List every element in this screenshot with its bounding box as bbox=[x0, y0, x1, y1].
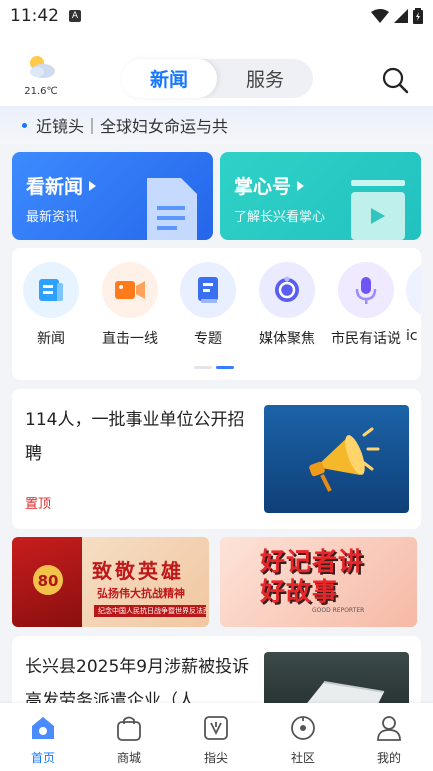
document-icon bbox=[147, 178, 197, 240]
quick-link-news[interactable]: 新闻 bbox=[16, 262, 86, 348]
media-focus-icon bbox=[275, 276, 299, 302]
fingertip-icon bbox=[204, 716, 228, 740]
quick-links-pager bbox=[194, 366, 234, 369]
article-card[interactable]: 114人，一批事业单位公开招聘 置顶 bbox=[12, 389, 421, 529]
watch-news-subtitle: 最新资讯 bbox=[26, 210, 79, 225]
topic-book-icon bbox=[198, 277, 218, 303]
microphone-icon bbox=[355, 277, 377, 304]
status-icons bbox=[371, 8, 423, 24]
megaphone-icon bbox=[309, 427, 380, 492]
shopping-bag-icon bbox=[117, 716, 141, 741]
tab-news[interactable]: 新闻 bbox=[121, 59, 217, 98]
article-thumbnail bbox=[264, 405, 409, 513]
tab-mall[interactable]: 商城 bbox=[99, 715, 159, 766]
headline-ticker[interactable]: 近镜头｜全球妇女命运与共 bbox=[0, 106, 433, 144]
promo-salute-main: 致敬英雄 bbox=[92, 559, 184, 583]
arrow-right-icon bbox=[89, 180, 97, 191]
weather-cloud-sun-icon bbox=[30, 56, 55, 78]
arrow-right-icon bbox=[297, 180, 305, 191]
emblem-badge-text: 80 bbox=[38, 572, 59, 590]
search-icon bbox=[382, 67, 409, 94]
ticker-dot bbox=[22, 122, 27, 128]
promo-reporter-en: GOOD REPORTER bbox=[312, 607, 365, 614]
promo-reporter-main: 好记者讲好故事 bbox=[260, 547, 365, 606]
palm-account-card[interactable]: 掌心号 了解长兴看掌心 bbox=[220, 152, 421, 240]
signal-icon bbox=[394, 9, 408, 23]
tab-community[interactable]: 社区 bbox=[273, 715, 333, 766]
promo-good-reporter[interactable]: 好记者讲好故事 GOOD REPORTER bbox=[220, 537, 417, 627]
promo-salute-sub: 弘扬伟大抗战精神 bbox=[97, 587, 185, 600]
tab-mine[interactable]: 我的 bbox=[359, 715, 419, 766]
search-button[interactable] bbox=[381, 66, 409, 94]
pager-dot bbox=[194, 366, 212, 369]
article-title: 114人，一批事业单位公开招聘 bbox=[25, 410, 245, 464]
weather-widget[interactable]: 21.6℃ bbox=[20, 54, 62, 97]
home-icon bbox=[32, 717, 54, 739]
top-header: 21.6℃ 服务 新闻 bbox=[0, 32, 433, 106]
notification-a-icon: A bbox=[69, 10, 81, 22]
promo-salute-small: 纪念中国人民抗日战争暨世界反法西斯战争胜利80周年 bbox=[94, 605, 206, 617]
pinned-tag: 置顶 bbox=[25, 497, 52, 512]
tab-fingertip[interactable]: 指尖 bbox=[186, 715, 246, 766]
watch-news-title: 看新闻 bbox=[26, 176, 84, 198]
pager-dot-active bbox=[216, 366, 234, 369]
quick-link-media-focus[interactable]: 媒体聚焦 bbox=[252, 262, 322, 348]
news-icon bbox=[39, 279, 63, 301]
tab-home[interactable]: 首页 bbox=[13, 715, 73, 766]
promo-salute-heroes[interactable]: 80 致敬英雄 弘扬伟大抗战精神 纪念中国人民抗日战争暨世界反法西斯战争胜利80… bbox=[12, 537, 209, 627]
palm-account-subtitle: 了解长兴看掌心 bbox=[234, 210, 326, 225]
tab-service[interactable]: 服务 bbox=[217, 59, 313, 98]
battery-icon bbox=[413, 8, 423, 24]
video-player-icon bbox=[351, 180, 405, 240]
ticker-text: 近镜头｜全球妇女命运与共 bbox=[36, 117, 229, 136]
video-camera-icon bbox=[115, 281, 145, 299]
community-icon bbox=[291, 716, 315, 740]
palm-account-title: 掌心号 bbox=[234, 176, 292, 198]
quick-link-more[interactable]: ic bbox=[406, 262, 421, 344]
bottom-tab-bar: 首页 商城 指尖 社区 我的 bbox=[0, 703, 433, 771]
status-bar: 11:42 A bbox=[0, 0, 433, 32]
wifi-icon bbox=[371, 9, 389, 23]
quick-link-citizen-voice[interactable]: 市民有话说 bbox=[331, 262, 401, 348]
news-service-switch: 服务 新闻 bbox=[121, 59, 313, 98]
user-profile-icon bbox=[377, 716, 401, 741]
status-time: 11:42 bbox=[10, 6, 59, 26]
quick-link-topic[interactable]: 专题 bbox=[173, 262, 243, 348]
weather-temp: 21.6℃ bbox=[24, 86, 58, 97]
quick-links-panel: 新闻 直击一线 专题 媒体聚焦 市民有话说 ic bbox=[12, 248, 421, 380]
watch-news-card[interactable]: 看新闻 最新资讯 bbox=[12, 152, 213, 240]
quick-link-frontline[interactable]: 直击一线 bbox=[95, 262, 165, 348]
anniversary-emblem: 80 bbox=[33, 565, 63, 595]
